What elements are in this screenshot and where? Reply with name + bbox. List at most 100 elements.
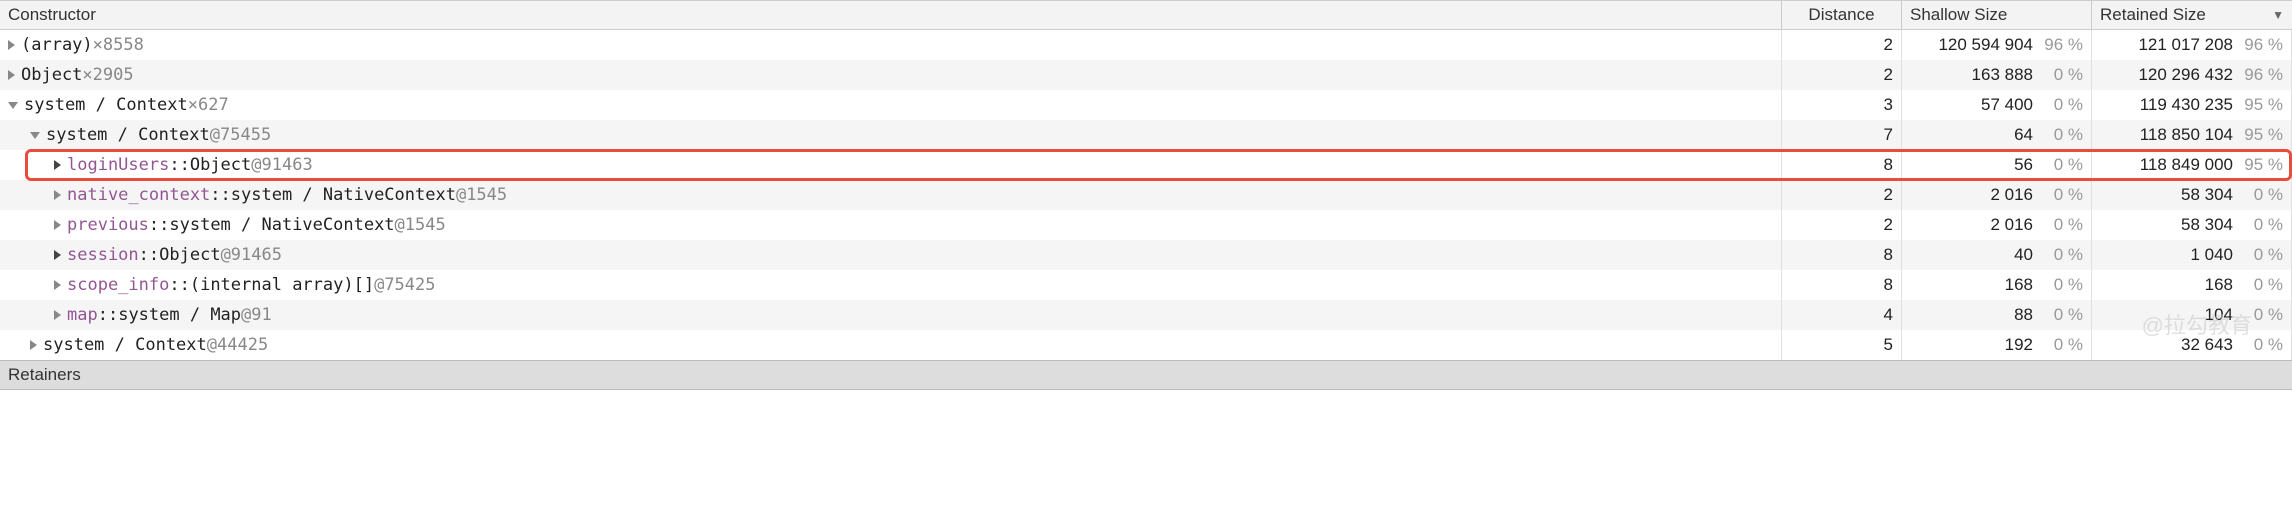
shallow-size-cell: 640 % [1902, 120, 2092, 150]
distance-cell: 8 [1782, 270, 1902, 300]
class-name: system / Map [118, 305, 241, 325]
disclosure-triangle-icon[interactable] [8, 70, 15, 80]
constructor-cell[interactable]: loginUsers :: Object @91463 [0, 150, 1782, 180]
distance-cell: 8 [1782, 150, 1902, 180]
constructor-cell[interactable]: session :: Object @91465 [0, 240, 1782, 270]
object-id: @91463 [251, 155, 312, 175]
property-name: scope_info [67, 275, 169, 295]
distance-cell: 4 [1782, 300, 1902, 330]
disclosure-triangle-icon[interactable] [54, 250, 61, 260]
constructor-name: (array) [21, 35, 93, 55]
retained-size-cell: 119 430 23595 % [2092, 90, 2292, 120]
retained-size-cell: 118 850 10495 % [2092, 120, 2292, 150]
header-distance[interactable]: Distance [1782, 1, 1902, 29]
retained-size-cell: 58 3040 % [2092, 210, 2292, 240]
retained-size-cell: 1680 % [2092, 270, 2292, 300]
disclosure-triangle-icon[interactable] [8, 102, 18, 109]
object-id: @1545 [395, 215, 446, 235]
class-name: Object [159, 245, 220, 265]
separator: :: [98, 305, 118, 325]
shallow-size-cell: 880 % [1902, 300, 2092, 330]
shallow-size-cell: 1680 % [1902, 270, 2092, 300]
header-retained-size[interactable]: Retained Size ▼ [2092, 1, 2292, 29]
shallow-size-cell: 2 0160 % [1902, 180, 2092, 210]
table-row[interactable]: Object ×29052163 8880 %120 296 43296 % [0, 60, 2292, 90]
retained-size-cell: 1040 % [2092, 300, 2292, 330]
table-row[interactable]: previous :: system / NativeContext @1545… [0, 210, 2292, 240]
constructor-cell[interactable]: system / Context @75455 [0, 120, 1782, 150]
instance-count: ×627 [188, 95, 229, 115]
object-id: @75455 [210, 125, 271, 145]
property-name: previous [67, 215, 149, 235]
class-name: system / NativeContext [231, 185, 456, 205]
disclosure-triangle-icon[interactable] [54, 220, 61, 230]
object-id: @75425 [374, 275, 435, 295]
shallow-size-cell: 120 594 90496 % [1902, 30, 2092, 60]
table-row[interactable]: loginUsers :: Object @914638560 %118 849… [0, 150, 2292, 180]
shallow-size-cell: 2 0160 % [1902, 210, 2092, 240]
separator: :: [210, 185, 230, 205]
distance-cell: 2 [1782, 30, 1902, 60]
disclosure-triangle-icon[interactable] [54, 280, 61, 290]
disclosure-triangle-icon[interactable] [30, 132, 40, 139]
retained-size-cell: 32 6430 % [2092, 330, 2292, 360]
distance-cell: 2 [1782, 180, 1902, 210]
instance-count: ×8558 [93, 35, 144, 55]
distance-cell: 2 [1782, 60, 1902, 90]
shallow-size-cell: 163 8880 % [1902, 60, 2092, 90]
disclosure-triangle-icon[interactable] [54, 190, 61, 200]
property-name: loginUsers [67, 155, 169, 175]
separator: :: [149, 215, 169, 235]
constructor-cell[interactable]: system / Context @44425 [0, 330, 1782, 360]
constructor-cell[interactable]: previous :: system / NativeContext @1545 [0, 210, 1782, 240]
shallow-size-cell: 400 % [1902, 240, 2092, 270]
distance-cell: 8 [1782, 240, 1902, 270]
table-row[interactable]: map :: system / Map @914880 %1040 % [0, 300, 2292, 330]
retained-size-cell: 120 296 43296 % [2092, 60, 2292, 90]
table-row[interactable]: (array) ×85582120 594 90496 %121 017 208… [0, 30, 2292, 60]
disclosure-triangle-icon[interactable] [30, 340, 37, 350]
separator: :: [169, 155, 189, 175]
shallow-size-cell: 560 % [1902, 150, 2092, 180]
retained-size-cell: 121 017 20896 % [2092, 30, 2292, 60]
table-row[interactable]: system / Context @754557640 %118 850 104… [0, 120, 2292, 150]
table-row[interactable]: system / Context ×627357 4000 %119 430 2… [0, 90, 2292, 120]
constructor-cell[interactable]: scope_info :: (internal array)[] @75425 [0, 270, 1782, 300]
table-row[interactable]: session :: Object @914658400 %1 0400 % [0, 240, 2292, 270]
constructor-cell[interactable]: system / Context ×627 [0, 90, 1782, 120]
table-header-row: Constructor Distance Shallow Size Retain… [0, 0, 2292, 30]
retained-size-cell: 58 3040 % [2092, 180, 2292, 210]
table-row[interactable]: scope_info :: (internal array)[] @754258… [0, 270, 2292, 300]
table-row[interactable]: native_context :: system / NativeContext… [0, 180, 2292, 210]
retained-size-cell: 1 0400 % [2092, 240, 2292, 270]
object-id: @1545 [456, 185, 507, 205]
object-id: @91 [241, 305, 272, 325]
constructor-cell[interactable]: (array) ×8558 [0, 30, 1782, 60]
separator: :: [139, 245, 159, 265]
retainers-panel-header[interactable]: Retainers [0, 360, 2292, 390]
property-name: session [67, 245, 139, 265]
class-name: system / NativeContext [169, 215, 394, 235]
property-name: native_context [67, 185, 210, 205]
class-name: (internal array)[] [190, 275, 374, 295]
retained-size-cell: 118 849 00095 % [2092, 150, 2292, 180]
separator: :: [169, 275, 189, 295]
constructor-cell[interactable]: native_context :: system / NativeContext… [0, 180, 1782, 210]
shallow-size-cell: 1920 % [1902, 330, 2092, 360]
object-id: @91465 [221, 245, 282, 265]
distance-cell: 2 [1782, 210, 1902, 240]
table-row[interactable]: system / Context @4442551920 %32 6430 % [0, 330, 2292, 360]
constructor-name: system / Context [46, 125, 210, 145]
heap-snapshot-table: Constructor Distance Shallow Size Retain… [0, 0, 2292, 390]
constructor-cell[interactable]: Object ×2905 [0, 60, 1782, 90]
distance-cell: 3 [1782, 90, 1902, 120]
disclosure-triangle-icon[interactable] [54, 160, 61, 170]
constructor-name: Object [21, 65, 82, 85]
disclosure-triangle-icon[interactable] [8, 40, 15, 50]
header-constructor[interactable]: Constructor [0, 1, 1782, 29]
header-shallow-size[interactable]: Shallow Size [1902, 1, 2092, 29]
constructor-cell[interactable]: map :: system / Map @91 [0, 300, 1782, 330]
disclosure-triangle-icon[interactable] [54, 310, 61, 320]
sort-descending-icon: ▼ [2272, 8, 2284, 22]
object-id: @44425 [207, 335, 268, 355]
